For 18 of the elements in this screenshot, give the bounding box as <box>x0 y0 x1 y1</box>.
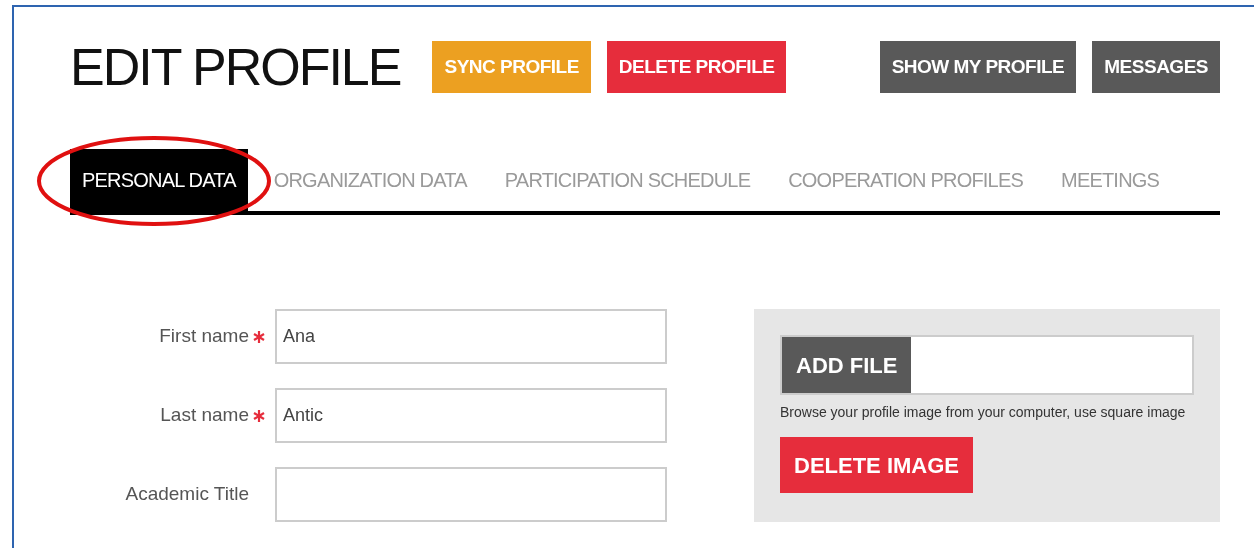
page-title: EDIT PROFILE <box>70 41 401 93</box>
help-text: Browse your profile image from your computer, use square image <box>780 403 1187 422</box>
input-field[interactable]: Ana <box>275 309 667 364</box>
tab[interactable]: ORGANIZATION DATA <box>261 149 479 211</box>
add-file-button[interactable]: ADD FILE <box>782 337 912 393</box>
input-field[interactable] <box>275 467 667 522</box>
tab[interactable]: PARTICIPATION SCHEDULE <box>492 149 763 211</box>
field-label: Academic Title <box>125 482 249 507</box>
input-field[interactable]: Antic <box>275 388 667 443</box>
delete-image-button[interactable]: DELETE IMAGE <box>780 437 973 494</box>
tab[interactable]: PERSONAL DATA <box>70 149 248 211</box>
nav-button[interactable]: SHOW MY PROFILE <box>879 41 1077 93</box>
field-label: First name <box>159 324 249 349</box>
tab[interactable]: MEETINGS <box>1049 149 1172 211</box>
tab[interactable]: COOPERATION PROFILES <box>776 149 1035 211</box>
field-label: Last name <box>160 403 249 428</box>
nav-button[interactable]: MESSAGES <box>1092 41 1220 93</box>
delete-button[interactable]: DELETE PROFILE <box>606 41 787 93</box>
